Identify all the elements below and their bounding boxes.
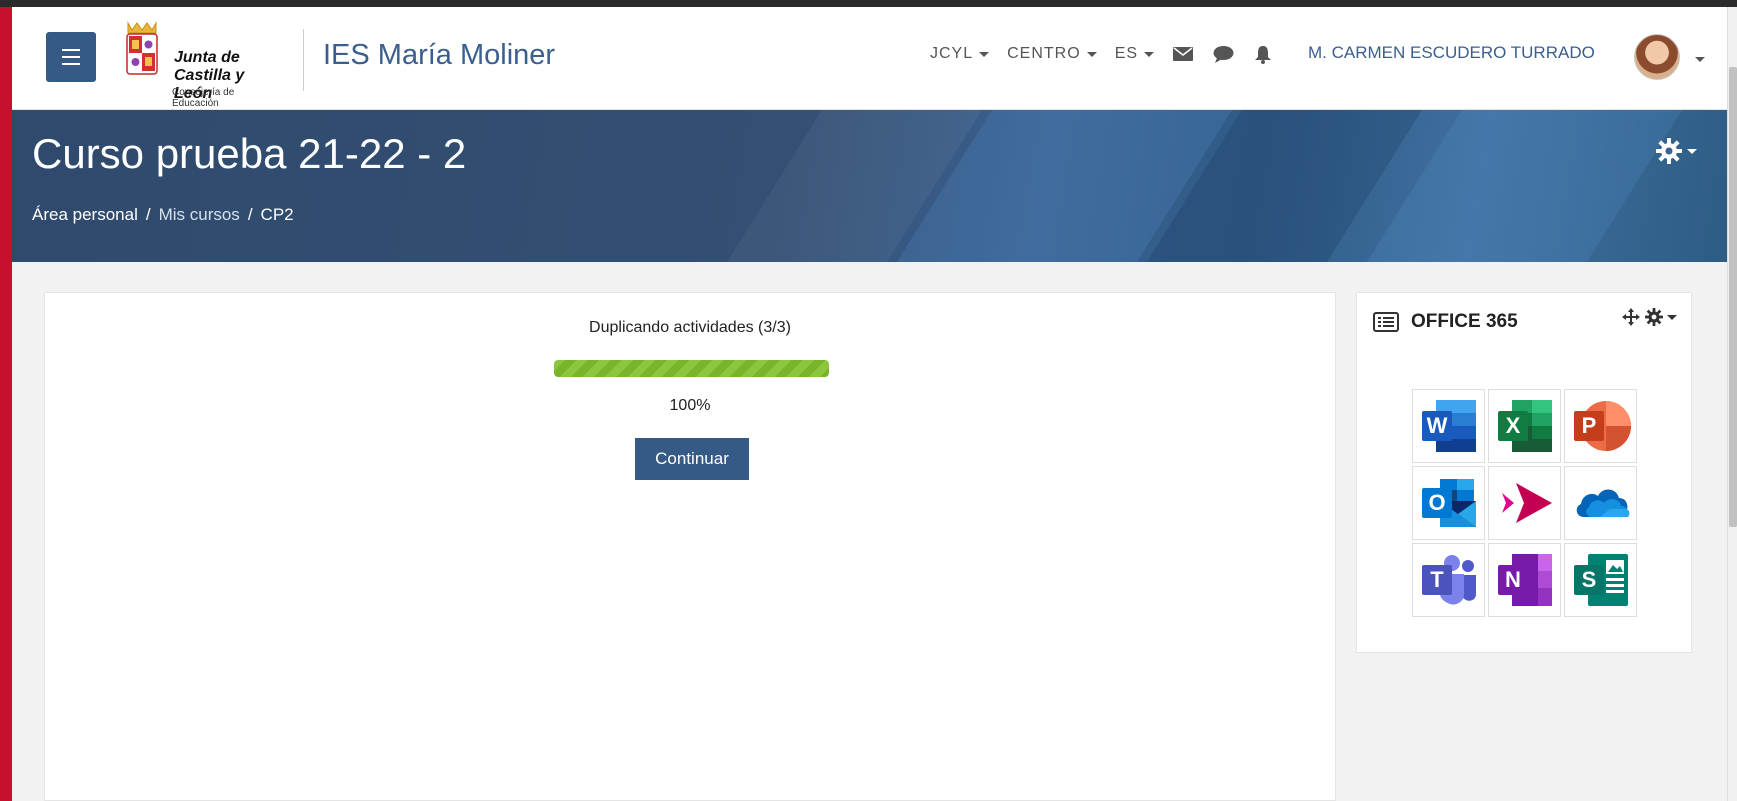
user-menu-name[interactable]: M. CARMEN ESCUDERO TURRADO <box>1308 43 1595 63</box>
caret-down-icon <box>1086 51 1097 57</box>
user-menu-caret-icon[interactable] <box>1695 57 1705 62</box>
envelope-icon[interactable] <box>1172 43 1194 65</box>
svg-text:P: P <box>1581 413 1596 438</box>
svg-text:N: N <box>1505 567 1521 592</box>
svg-text:T: T <box>1430 567 1444 592</box>
gear-icon <box>1656 138 1682 164</box>
svg-text:S: S <box>1581 567 1596 592</box>
page-header: Curso prueba 21-22 - 2 Área personal / M… <box>12 110 1727 262</box>
breadcrumb-current[interactable]: CP2 <box>261 205 294 225</box>
svg-text:W: W <box>1426 413 1447 438</box>
move-icon[interactable] <box>1621 307 1641 327</box>
onenote-app-tile[interactable]: N <box>1488 543 1561 617</box>
teams-app-tile[interactable]: T <box>1412 543 1485 617</box>
top-navbar: Junta de Castilla y León Consejería de E… <box>12 7 1727 110</box>
powerpoint-icon: P <box>1573 401 1631 451</box>
progress-bar-fill <box>554 360 829 377</box>
teams-icon: T <box>1421 555 1476 605</box>
browser-frame: Junta de Castilla y León Consejería de E… <box>0 0 1737 801</box>
site-name-link[interactable]: IES María Moliner <box>323 39 555 72</box>
breadcrumb-mis-cursos[interactable]: Mis cursos <box>159 205 240 225</box>
chat-bubble-icon[interactable] <box>1212 43 1234 65</box>
progress-percent: 100% <box>669 397 711 414</box>
svg-text:O: O <box>1428 490 1445 515</box>
caret-down-icon[interactable] <box>1667 314 1677 320</box>
word-app-tile[interactable]: W <box>1412 389 1485 463</box>
window-top-border <box>0 0 1737 7</box>
scrollbar-thumb[interactable] <box>1729 67 1737 527</box>
menu-centro[interactable]: CENTRO <box>1007 45 1097 63</box>
onedrive-icon <box>1576 489 1629 517</box>
hamburger-icon <box>62 49 80 51</box>
list-box-icon <box>1373 312 1399 332</box>
menu-jcyl[interactable]: JCYL <box>930 45 990 63</box>
logo-line-1: Junta de <box>174 49 240 66</box>
word-icon: W <box>1421 400 1476 452</box>
avatar[interactable] <box>1634 34 1680 80</box>
coat-of-arms-icon <box>126 21 158 75</box>
hamburger-menu-button[interactable] <box>46 32 96 82</box>
office365-block: OFFICE 365 W X P O T N S <box>1356 292 1692 653</box>
progress-label: Duplicando actividades (3/3) <box>589 319 791 336</box>
onenote-icon: N <box>1497 554 1552 606</box>
gear-icon[interactable] <box>1645 308 1663 326</box>
continue-button[interactable]: Continuar <box>635 438 749 480</box>
excel-app-tile[interactable]: X <box>1488 389 1561 463</box>
page-scrollbar[interactable] <box>1727 7 1737 801</box>
sway-app-tile[interactable]: S <box>1564 543 1637 617</box>
outlook-app-tile[interactable]: O <box>1412 466 1485 540</box>
language-menu[interactable]: ES <box>1115 45 1155 63</box>
sway-icon: S <box>1573 554 1628 606</box>
navbar-menus: JCYL CENTRO ES <box>930 43 1274 65</box>
stream-icon <box>1501 483 1552 523</box>
bell-icon[interactable] <box>1252 43 1274 65</box>
window-edge <box>0 0 12 801</box>
logo-subline: Consejería de Educación <box>172 87 235 109</box>
breadcrumb-separator: / <box>247 205 253 224</box>
caret-down-icon <box>979 51 990 57</box>
main-region: Duplicando actividades (3/3) 100% Contin… <box>44 292 1336 801</box>
breadcrumb-separator: / <box>145 205 151 224</box>
stream-app-tile[interactable] <box>1488 466 1561 540</box>
onedrive-app-tile[interactable] <box>1564 466 1637 540</box>
block-title: OFFICE 365 <box>1411 311 1518 332</box>
breadcrumb-area-personal[interactable]: Área personal <box>32 205 138 225</box>
caret-down-icon <box>1144 51 1155 57</box>
junta-logo[interactable]: Junta de Castilla y León Consejería de E… <box>122 21 282 109</box>
breadcrumb: Área personal / Mis cursos / CP2 <box>32 205 294 225</box>
course-settings-menu[interactable] <box>1656 138 1697 164</box>
excel-icon: X <box>1497 400 1552 452</box>
office-apps-grid: W X P O T N S <box>1412 389 1637 617</box>
powerpoint-app-tile[interactable]: P <box>1564 389 1637 463</box>
outlook-icon: O <box>1421 479 1476 527</box>
navbar-divider <box>303 29 304 91</box>
svg-text:X: X <box>1505 413 1520 438</box>
caret-down-icon <box>1687 148 1697 154</box>
progress-bar <box>554 360 829 377</box>
page-title: Curso prueba 21-22 - 2 <box>32 130 467 177</box>
